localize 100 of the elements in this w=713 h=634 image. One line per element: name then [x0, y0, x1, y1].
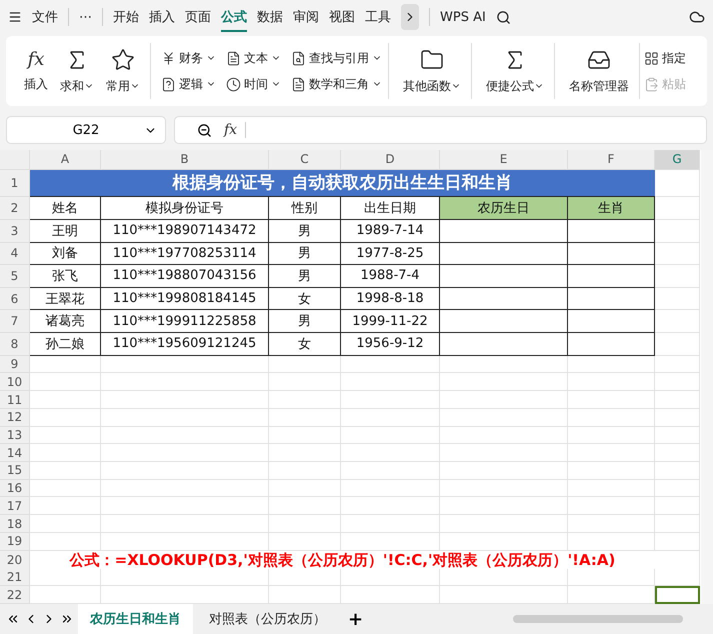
row-header[interactable]: 3 — [0, 220, 30, 243]
cloud-icon[interactable] — [689, 9, 705, 25]
row-header[interactable]: 2 — [0, 197, 30, 220]
name-box[interactable]: G22 — [6, 116, 166, 144]
ribbon-tab[interactable]: 开始 — [113, 2, 139, 32]
document-icon — [291, 76, 306, 92]
column-header[interactable]: C — [269, 150, 341, 170]
row-header[interactable]: 6 — [0, 288, 30, 310]
ribbon-button[interactable]: 其他函数 — [399, 48, 465, 94]
row-header[interactable]: 22 — [0, 586, 30, 604]
row-header[interactable]: 14 — [0, 444, 30, 462]
column-header[interactable]: G — [655, 150, 700, 170]
ribbon-button[interactable]: 时间 — [226, 71, 281, 97]
table-cell: 王翠花 — [30, 288, 101, 310]
table-cell: 110***199808184145 — [101, 288, 269, 310]
ribbon-button[interactable]: 数学和三角 — [291, 71, 382, 97]
table-cell: 110***198907143472 — [101, 220, 269, 243]
star-icon — [111, 48, 135, 72]
table-cell: 诸葛亮 — [30, 310, 101, 334]
table-cell: 1956-9-12 — [341, 333, 440, 356]
table-cell: 男 — [269, 310, 341, 334]
column-header[interactable]: A — [30, 150, 101, 170]
horizontal-scrollbar[interactable] — [513, 615, 683, 623]
sheet-tab[interactable]: 农历生日和生肖 — [78, 604, 193, 634]
search-icon — [291, 50, 306, 66]
row-header[interactable]: 15 — [0, 462, 30, 480]
row-header[interactable]: 1 — [0, 170, 30, 198]
row-header[interactable]: 20 — [0, 550, 30, 571]
table-cell: 孙二娘 — [30, 333, 101, 356]
column-header[interactable]: F — [568, 150, 655, 170]
ribbon-button[interactable]: fx 插入 — [20, 49, 52, 93]
ribbon-button[interactable]: 求和 — [56, 48, 98, 94]
header-cell: 农历生日 — [440, 197, 568, 220]
ribbon-button[interactable]: 名称管理器 — [565, 48, 633, 94]
row-header[interactable]: 4 — [0, 242, 30, 266]
scroll-right-button[interactable] — [401, 4, 419, 30]
ribbon-button[interactable]: 指定 — [644, 45, 686, 71]
ribbon-tab[interactable]: 页面 — [185, 2, 211, 32]
column-header[interactable]: E — [440, 150, 568, 170]
table-cell: 女 — [269, 288, 341, 310]
row-header[interactable]: 5 — [0, 265, 30, 288]
ai-button[interactable]: WPS AI — [440, 10, 486, 24]
row-header[interactable]: 13 — [0, 426, 30, 444]
select-all-corner[interactable] — [0, 150, 30, 170]
sheet-tab[interactable]: 对照表（公历农历） — [197, 604, 338, 634]
row-header[interactable]: 9 — [0, 356, 30, 374]
row-header[interactable]: 11 — [0, 391, 30, 409]
ribbon-tab[interactable]: 审阅 — [293, 2, 319, 32]
row-header[interactable]: 21 — [0, 568, 30, 586]
column-header[interactable]: D — [341, 150, 440, 170]
row-header[interactable]: 12 — [0, 408, 30, 427]
more-menu[interactable]: ⋯ — [79, 10, 92, 24]
ribbon-tab[interactable]: 视图 — [329, 2, 355, 32]
row-header[interactable]: 19 — [0, 532, 30, 551]
ribbon-button[interactable]: 常用 — [102, 48, 144, 94]
document-icon — [226, 50, 241, 66]
add-sheet-button[interactable]: + — [342, 608, 370, 630]
table-cell: 110***199911225858 — [101, 310, 269, 334]
vertical-scrollbar[interactable] — [701, 150, 713, 604]
column-header[interactable]: B — [101, 150, 269, 170]
selected-cell[interactable] — [655, 586, 700, 604]
table-cell: 1999-11-22 — [341, 310, 440, 334]
menu-icon[interactable] — [8, 10, 22, 24]
paste-icon — [644, 76, 659, 92]
table-cell: 男 — [269, 242, 341, 266]
row-header[interactable]: 18 — [0, 515, 30, 533]
row-header[interactable]: 7 — [0, 310, 30, 334]
ribbon-tab[interactable]: 公式 — [221, 2, 247, 32]
folder-icon — [420, 48, 444, 72]
header-cell: 性别 — [269, 197, 341, 220]
table-cell: 王明 — [30, 220, 101, 243]
ribbon-tab[interactable]: 数据 — [257, 2, 283, 32]
table-title: 根据身份证号，自动获取农历出生生日和生肖 — [30, 170, 655, 198]
clock-icon — [226, 76, 241, 92]
table-cell: 110***197708253114 — [101, 242, 269, 266]
question-icon — [161, 76, 176, 92]
ribbon-button[interactable]: 逻辑 — [161, 71, 216, 97]
table-cell: 刘备 — [30, 242, 101, 266]
row-header[interactable]: 16 — [0, 480, 30, 498]
formula-input[interactable]: fx — [174, 116, 707, 144]
table-cell: 1988-7-4 — [341, 265, 440, 288]
row-header[interactable]: 17 — [0, 497, 30, 516]
ribbon-tab[interactable]: 插入 — [149, 2, 175, 32]
table-cell: 110***198807043156 — [101, 265, 269, 288]
search-icon[interactable] — [496, 10, 511, 24]
ribbon-button[interactable]: 财务 — [161, 45, 216, 71]
header-cell: 模拟身份证号 — [101, 197, 269, 220]
ribbon-button[interactable]: 便捷公式 — [482, 48, 548, 94]
file-menu[interactable]: 文件 — [32, 8, 58, 26]
header-cell: 生肖 — [568, 197, 655, 220]
row-header[interactable]: 8 — [0, 333, 30, 356]
table-cell: 1977-8-25 — [341, 242, 440, 266]
header-cell: 姓名 — [30, 197, 101, 220]
table-cell: 1998-8-18 — [341, 288, 440, 310]
ribbon-tab[interactable]: 工具 — [365, 2, 391, 32]
header-cell: 出生日期 — [341, 197, 440, 220]
grid-icon — [644, 50, 659, 66]
row-header[interactable]: 10 — [0, 373, 30, 392]
ribbon-button[interactable]: 文本 — [226, 45, 281, 71]
ribbon-button[interactable]: 查找与引用 — [291, 45, 382, 71]
